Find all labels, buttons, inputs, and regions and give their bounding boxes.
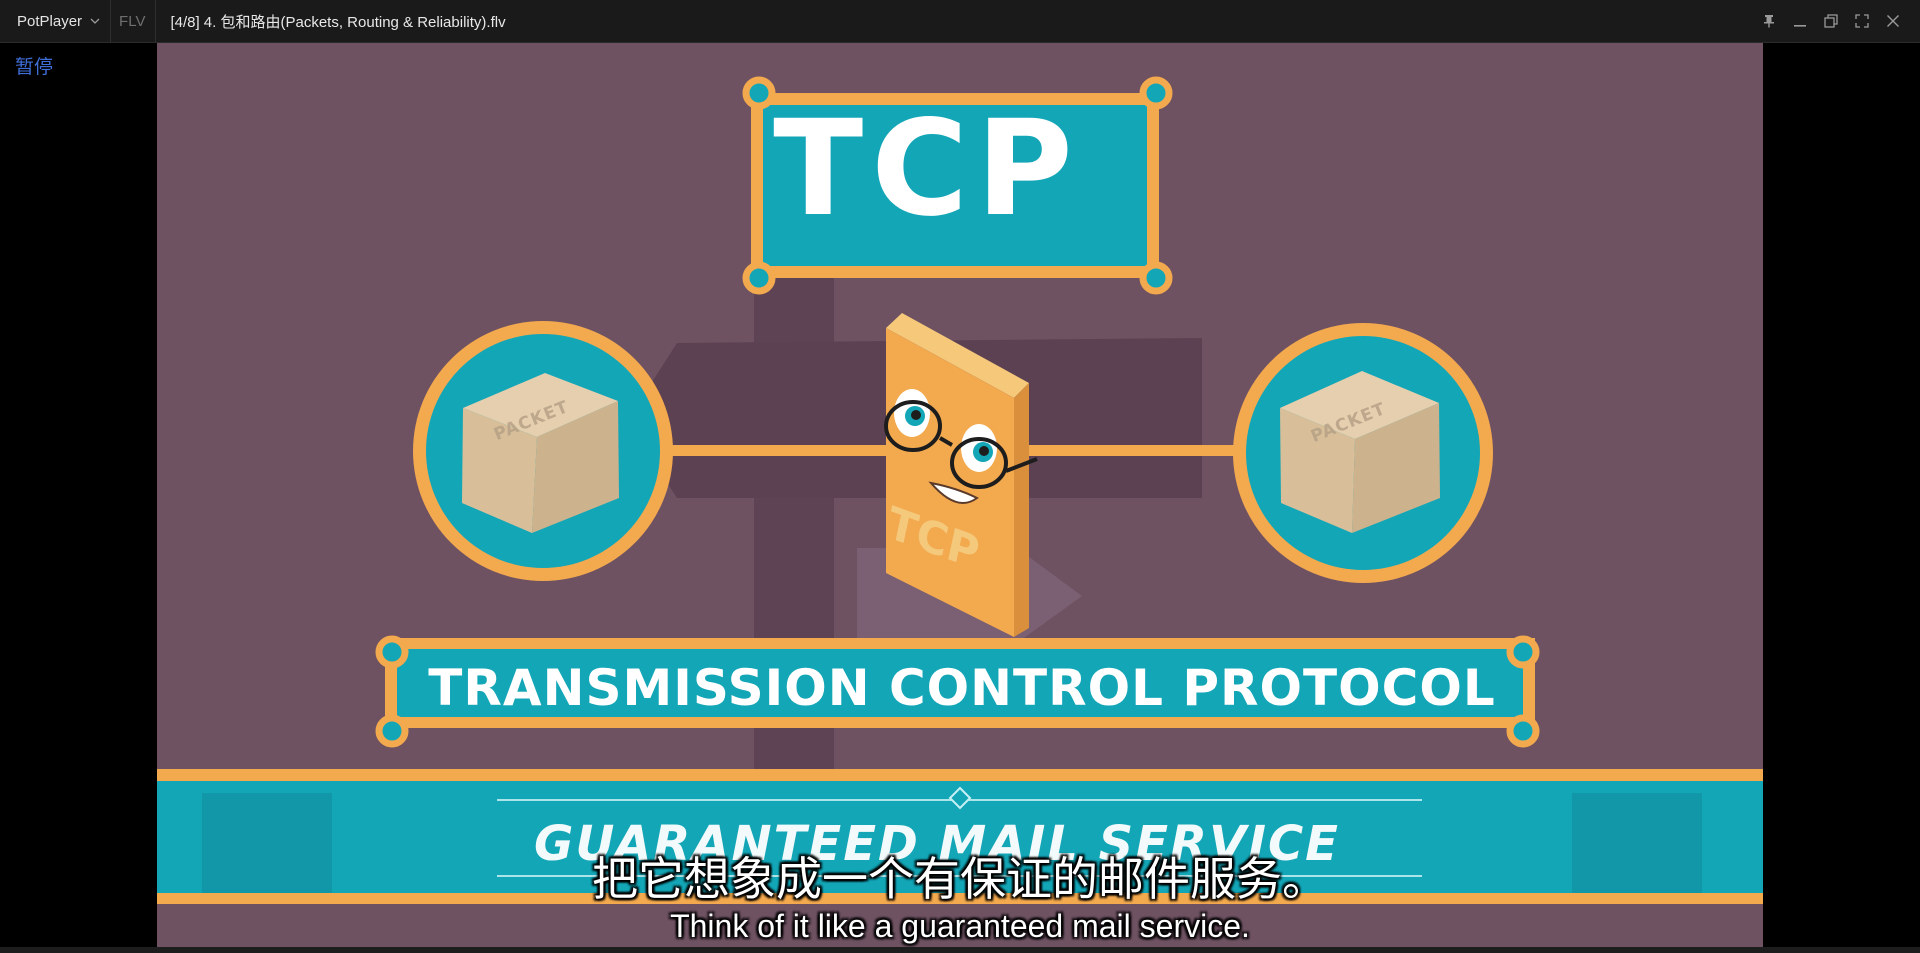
app-menu-button[interactable]: PotPlayer — [0, 0, 112, 42]
close-button[interactable] — [1877, 0, 1908, 42]
fullscreen-icon — [1854, 14, 1869, 28]
banner-text: TRANSMISSION CONTROL PROTOCOL — [428, 659, 1496, 717]
fullscreen-button[interactable] — [1846, 0, 1877, 42]
video-frame[interactable]: TCP TRANSMISSION CONTROL PROTOCOL GUARAN… — [157, 43, 1763, 947]
app-name: PotPlayer — [17, 12, 83, 30]
title-bar: PotPlayer FLV [4/8] 4. 包和路由(Packets, Rou… — [0, 0, 1920, 43]
file-title: [4/8] 4. 包和路由(Packets, Routing & Reliabi… — [170, 13, 506, 31]
subtitle-chinese: 把它想象成一个有保证的邮件服务。 — [592, 852, 1328, 906]
subtitle-english: Think of it like a guaranteed mail servi… — [670, 908, 1250, 944]
playback-status: 暂停 — [15, 56, 54, 78]
minimize-icon — [1793, 25, 1806, 27]
strip-top-border — [157, 769, 1763, 781]
tcp-sign-text: TCP — [773, 92, 1081, 246]
pin-button[interactable] — [1753, 0, 1784, 42]
restore-button[interactable] — [1815, 0, 1846, 42]
minimize-button[interactable] — [1784, 0, 1815, 42]
chevron-down-icon — [90, 18, 100, 24]
window-controls — [1753, 0, 1908, 42]
close-icon — [1886, 15, 1899, 27]
pin-icon — [1763, 15, 1774, 28]
bottom-border — [0, 947, 1920, 953]
format-label: FLV — [111, 0, 157, 42]
restore-icon — [1823, 14, 1838, 28]
signpost-shadow — [754, 238, 834, 828]
